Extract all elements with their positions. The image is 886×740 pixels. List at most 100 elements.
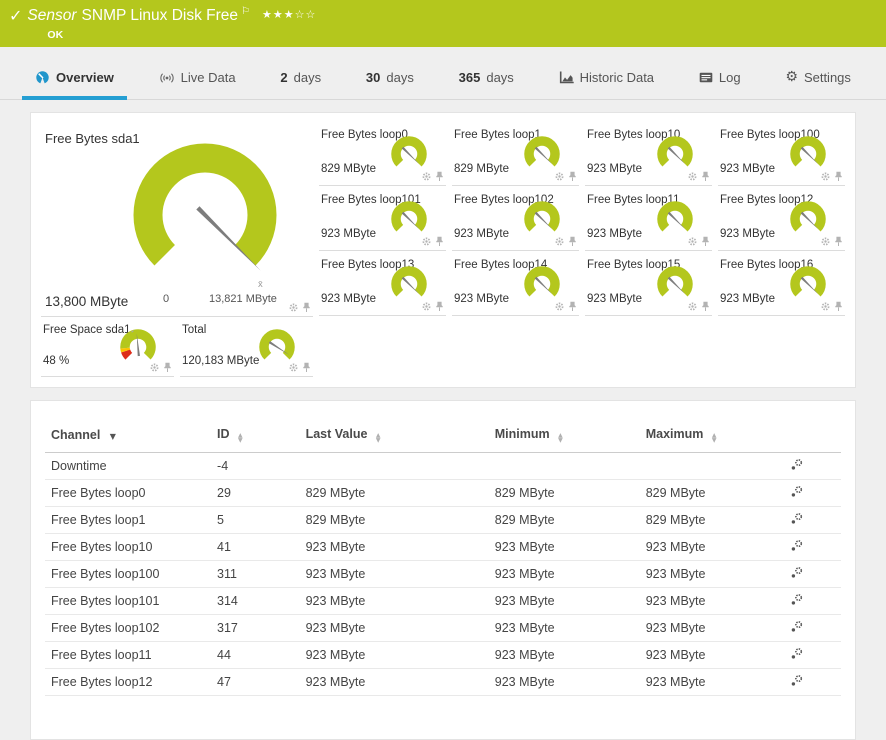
channel-gear-icon[interactable] xyxy=(554,301,565,312)
gauge-tile: Free Bytes loop100 923 MByte xyxy=(718,121,845,186)
channel-gear-icon[interactable] xyxy=(687,301,698,312)
table-row[interactable]: Free Bytes loop100 311 923 MByte 923 MBy… xyxy=(45,561,841,588)
channel-gear-icon[interactable] xyxy=(687,171,698,182)
cell-last-value: 829 MByte xyxy=(300,480,489,507)
channel-settings-icon[interactable] xyxy=(790,485,804,498)
channel-settings-icon[interactable] xyxy=(790,512,804,525)
channel-settings-icon[interactable] xyxy=(790,674,804,687)
flag-icon[interactable]: ⚐ xyxy=(241,3,250,21)
pin-icon[interactable] xyxy=(302,362,311,373)
gear-icon: ⚙ xyxy=(785,69,798,85)
gauge-scale-max: 13,821 MByte xyxy=(209,293,277,305)
gauge-value: 923 MByte xyxy=(454,228,509,240)
tab-30-days[interactable]: 30 days xyxy=(361,70,419,99)
channel-settings-icon[interactable] xyxy=(790,620,804,633)
table-row[interactable]: Free Bytes loop12 47 923 MByte 923 MByte… xyxy=(45,669,841,696)
pin-icon[interactable] xyxy=(568,236,577,247)
channel-gear-icon[interactable] xyxy=(421,301,432,312)
tab-365-days[interactable]: 365 days xyxy=(454,70,519,99)
table-row[interactable]: Free Bytes loop1 5 829 MByte 829 MByte 8… xyxy=(45,507,841,534)
gauge-scale-min: 0 xyxy=(163,293,169,305)
pin-icon[interactable] xyxy=(701,236,710,247)
pin-icon[interactable] xyxy=(435,171,444,182)
cell-channel: Free Bytes loop102 xyxy=(45,615,211,642)
channel-settings-icon[interactable] xyxy=(790,539,804,552)
channel-gear-icon[interactable] xyxy=(820,171,831,182)
pin-icon[interactable] xyxy=(701,301,710,312)
gauge-value: 13,800 MByte xyxy=(45,294,128,309)
sensor-status-header: ✓ Sensor SNMP Linux Disk Free ⚐ ★★★☆☆ OK xyxy=(0,0,886,47)
pin-icon[interactable] xyxy=(834,171,843,182)
column-header-last-value[interactable]: Last Value ▲▼ xyxy=(300,427,489,453)
small-gauges-grid: Free Bytes loop0 829 MByte Free Bytes lo… xyxy=(319,121,845,387)
channel-gear-icon[interactable] xyxy=(149,362,160,373)
pin-icon[interactable] xyxy=(701,171,710,182)
sort-desc-icon: ▼ xyxy=(110,432,116,441)
gauge-value: 923 MByte xyxy=(587,293,642,305)
channel-gear-icon[interactable] xyxy=(554,171,565,182)
tab-overview[interactable]: Overview xyxy=(30,70,119,99)
pin-icon[interactable] xyxy=(435,236,444,247)
cell-maximum: 923 MByte xyxy=(640,588,776,615)
tab-log[interactable]: Log xyxy=(694,70,746,99)
pin-icon[interactable] xyxy=(568,301,577,312)
table-row[interactable]: Free Bytes loop101 314 923 MByte 923 MBy… xyxy=(45,588,841,615)
cell-id: 29 xyxy=(211,480,300,507)
cell-maximum: 923 MByte xyxy=(640,534,776,561)
cell-maximum: 829 MByte xyxy=(640,507,776,534)
channel-gear-icon[interactable] xyxy=(820,301,831,312)
column-header-minimum[interactable]: Minimum ▲▼ xyxy=(489,427,640,453)
tab-live-data[interactable]: Live Data xyxy=(154,70,241,99)
column-header-channel[interactable]: Channel ▼ xyxy=(45,427,211,453)
channel-settings-icon[interactable] xyxy=(790,458,804,471)
status-badge: OK xyxy=(47,29,316,41)
gauges-panel: Free Bytes sda1 x̄ 13,800 MByte 0 13,821… xyxy=(30,112,856,388)
gauge-value: 48 % xyxy=(43,355,69,367)
table-row[interactable]: Free Bytes loop0 29 829 MByte 829 MByte … xyxy=(45,480,841,507)
channel-gear-icon[interactable] xyxy=(288,302,299,313)
tab-historic-data[interactable]: Historic Data xyxy=(554,70,659,99)
channel-settings-icon[interactable] xyxy=(790,566,804,579)
tab-settings[interactable]: ⚙ Settings xyxy=(780,69,856,99)
pin-icon[interactable] xyxy=(163,362,172,373)
cell-minimum: 829 MByte xyxy=(489,480,640,507)
pin-icon[interactable] xyxy=(568,171,577,182)
cell-maximum: 923 MByte xyxy=(640,642,776,669)
cell-last-value: 923 MByte xyxy=(300,615,489,642)
cell-channel: Free Bytes loop10 xyxy=(45,534,211,561)
sensor-title: SNMP Linux Disk Free xyxy=(82,7,238,25)
cell-id: 44 xyxy=(211,642,300,669)
channel-settings-icon[interactable] xyxy=(790,647,804,660)
table-row[interactable]: Downtime -4 xyxy=(45,453,841,480)
sensor-tab-bar: Overview Live Data 2 days 30 days 365 da… xyxy=(0,47,886,100)
channel-gear-icon[interactable] xyxy=(288,362,299,373)
channel-gear-icon[interactable] xyxy=(820,236,831,247)
cell-last-value: 923 MByte xyxy=(300,534,489,561)
cell-channel: Free Bytes loop12 xyxy=(45,669,211,696)
channel-gear-icon[interactable] xyxy=(687,236,698,247)
gauge-value: 829 MByte xyxy=(454,163,509,175)
gauge-tile: Free Bytes loop102 923 MByte xyxy=(452,186,579,251)
cell-minimum xyxy=(489,453,640,480)
pin-icon[interactable] xyxy=(435,301,444,312)
pin-icon[interactable] xyxy=(302,302,311,313)
channel-gear-icon[interactable] xyxy=(421,236,432,247)
cell-last-value: 923 MByte xyxy=(300,642,489,669)
column-header-maximum[interactable]: Maximum ▲▼ xyxy=(640,427,776,453)
gauge-value: 923 MByte xyxy=(321,228,376,240)
column-header-id[interactable]: ID ▲▼ xyxy=(211,427,300,453)
table-row[interactable]: Free Bytes loop102 317 923 MByte 923 MBy… xyxy=(45,615,841,642)
cell-minimum: 829 MByte xyxy=(489,507,640,534)
priority-stars[interactable]: ★★★☆☆ xyxy=(262,6,316,24)
primary-gauge-tile: Free Bytes sda1 x̄ 13,800 MByte 0 13,821… xyxy=(41,121,313,317)
pin-icon[interactable] xyxy=(834,301,843,312)
channel-gear-icon[interactable] xyxy=(421,171,432,182)
cell-last-value: 923 MByte xyxy=(300,669,489,696)
channels-table: Channel ▼ ID ▲▼ Last Value ▲▼ Minimum ▲▼… xyxy=(45,427,841,696)
channel-gear-icon[interactable] xyxy=(554,236,565,247)
pin-icon[interactable] xyxy=(834,236,843,247)
channel-settings-icon[interactable] xyxy=(790,593,804,606)
tab-2-days[interactable]: 2 days xyxy=(275,70,326,99)
table-row[interactable]: Free Bytes loop11 44 923 MByte 923 MByte… xyxy=(45,642,841,669)
table-row[interactable]: Free Bytes loop10 41 923 MByte 923 MByte… xyxy=(45,534,841,561)
